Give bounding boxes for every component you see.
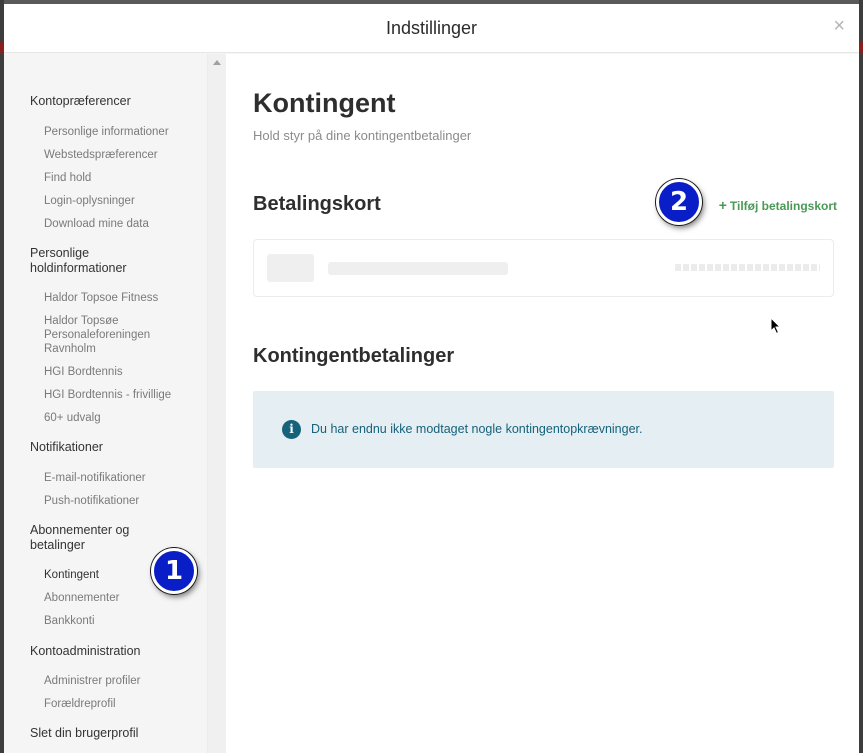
info-icon: i <box>282 420 301 439</box>
settings-modal: Indstillinger × Kontopræferencer Personl… <box>4 4 859 753</box>
modal-header: Indstillinger × <box>4 4 859 53</box>
cards-heading: Betalingskort <box>253 193 381 215</box>
sidebar-item-email-notifikationer[interactable]: E-mail-notifikationer <box>44 471 194 485</box>
sidebar-item-haldor-topsoe-fitness[interactable]: Haldor Topsoe Fitness <box>44 291 194 305</box>
sidebar-item-webstedspraeferencer[interactable]: Webstedspræferencer <box>44 148 194 162</box>
plus-icon: + <box>718 197 727 213</box>
skeleton-card-name <box>328 262 508 275</box>
sidebar-item-hgi-bordtennis-frivillige[interactable]: HGI Bordtennis - frivillige <box>44 388 194 402</box>
info-message: Du har endnu ikke modtaget nogle konting… <box>311 422 643 436</box>
payments-heading: Kontingentbetalinger <box>253 345 455 367</box>
scroll-up-arrow-icon[interactable] <box>213 60 221 65</box>
sidebar-item-find-hold[interactable]: Find hold <box>44 171 194 185</box>
sidebar-section-personlige-holdinformationer[interactable]: Personlige holdinformationer <box>30 246 170 276</box>
add-payment-card-label: Tilføj betalingskort <box>729 199 837 213</box>
sidebar-scrollbar[interactable] <box>208 54 226 753</box>
sidebar-item-bankkonti[interactable]: Bankkonti <box>44 614 194 628</box>
sidebar-section-kontopraeferencer[interactable]: Kontopræferencer <box>30 94 200 109</box>
main-content: Kontingent Hold styr på dine kontingentb… <box>226 54 859 753</box>
payment-card-placeholder <box>253 239 834 297</box>
sidebar-item-haldor-topsoe-personaleforeningen[interactable]: Haldor Topsøe Personaleforeningen Ravnho… <box>44 314 164 356</box>
sidebar-section-notifikationer[interactable]: Notifikationer <box>30 440 200 455</box>
sidebar-section-kontoadministration[interactable]: Kontoadministration <box>30 644 200 659</box>
annotation-badge-1: 1 <box>151 548 197 594</box>
settings-sidebar: Kontopræferencer Personlige informatione… <box>4 54 208 753</box>
sidebar-item-hgi-bordtennis[interactable]: HGI Bordtennis <box>44 365 194 379</box>
sidebar-item-download-mine-data[interactable]: Download mine data <box>44 217 194 231</box>
sidebar-item-push-notifikationer[interactable]: Push-notifikationer <box>44 494 194 508</box>
sidebar-item-personlige-informationer[interactable]: Personlige informationer <box>44 125 194 139</box>
page-subtitle: Hold styr på dine kontingentbetalinger <box>253 128 472 143</box>
skeleton-card-thumbnail <box>267 254 314 282</box>
window-frame-right <box>859 0 863 753</box>
close-button[interactable]: × <box>833 16 845 36</box>
sidebar-section-slet-brugerprofil[interactable]: Slet din brugerprofil <box>30 726 200 741</box>
modal-title: Indstillinger <box>385 18 478 38</box>
background-accent-right <box>859 42 863 54</box>
skeleton-card-number <box>675 264 820 271</box>
mouse-cursor-icon <box>770 317 782 335</box>
page-title: Kontingent <box>253 88 396 118</box>
sidebar-section-abonnementer-og-betalinger[interactable]: Abonnementer og betalinger <box>30 523 150 553</box>
info-alert: i Du har endnu ikke modtaget nogle konti… <box>253 391 834 468</box>
sidebar-item-login-oplysninger[interactable]: Login-oplysninger <box>44 194 194 208</box>
annotation-badge-2: 2 <box>656 179 702 225</box>
sidebar-item-administrer-profiler[interactable]: Administrer profiler <box>44 674 194 688</box>
sidebar-item-foraeldreprofil[interactable]: Forældreprofil <box>44 697 194 711</box>
add-payment-card-button[interactable]: + Tilføj betalingskort <box>719 197 837 213</box>
sidebar-item-60-udvalg[interactable]: 60+ udvalg <box>44 411 194 425</box>
